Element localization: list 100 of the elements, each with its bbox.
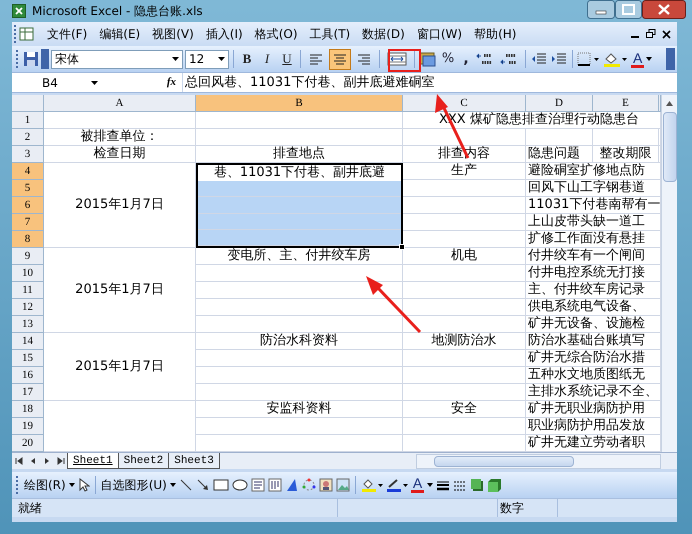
row-header[interactable]: 13 xyxy=(12,316,44,333)
column-header[interactable]: C xyxy=(403,95,526,112)
wordart-icon[interactable] xyxy=(284,478,299,492)
clip-art-icon[interactable] xyxy=(318,478,333,492)
scroll-thumb[interactable] xyxy=(434,456,574,466)
line-icon[interactable] xyxy=(178,478,193,492)
arrow-icon[interactable] xyxy=(196,478,210,492)
row-header[interactable]: 16 xyxy=(12,367,44,384)
rectangle-icon[interactable] xyxy=(212,478,229,492)
next-sheet-icon[interactable] xyxy=(43,457,51,465)
menu-item[interactable]: 窗口(W) xyxy=(410,25,468,43)
text-box-icon[interactable] xyxy=(250,478,265,492)
comma-button[interactable]: , xyxy=(459,49,473,69)
dropdown-arrow-icon[interactable] xyxy=(91,80,98,84)
close-icon[interactable] xyxy=(642,0,686,19)
diagram-icon[interactable] xyxy=(302,478,316,492)
scroll-up-icon[interactable] xyxy=(666,101,673,106)
dropdown-arrow-icon[interactable] xyxy=(172,57,179,61)
line-color-icon[interactable] xyxy=(386,478,408,492)
font-size-field[interactable]: 12 xyxy=(185,50,229,68)
sheet-tab[interactable]: Sheet2 xyxy=(118,453,170,469)
currency-icon[interactable] xyxy=(419,51,437,67)
excel-logo-icon[interactable] xyxy=(12,4,26,18)
borders-icon[interactable] xyxy=(577,51,601,67)
row-header[interactable]: 8 xyxy=(12,231,44,248)
first-sheet-icon[interactable] xyxy=(15,457,23,465)
toolbar-options-handle[interactable] xyxy=(41,49,49,69)
fill-color-icon[interactable] xyxy=(603,51,629,67)
dropdown-arrow-icon[interactable] xyxy=(427,483,434,487)
row-header[interactable]: 4 xyxy=(12,163,44,180)
row-header[interactable]: 3 xyxy=(12,146,44,163)
previous-sheet-icon[interactable] xyxy=(29,457,37,465)
row-header[interactable]: 11 xyxy=(12,282,44,299)
oval-icon[interactable] xyxy=(232,478,248,492)
percent-button[interactable]: % xyxy=(439,49,457,69)
pointer-icon[interactable] xyxy=(78,478,90,492)
three-d-icon[interactable] xyxy=(487,478,502,492)
column-header[interactable]: E xyxy=(593,95,659,112)
row-header[interactable]: 9 xyxy=(12,248,44,265)
picture-icon[interactable] xyxy=(336,478,350,492)
shadow-icon[interactable] xyxy=(470,478,484,492)
row-header[interactable]: 7 xyxy=(12,214,44,231)
row-header[interactable]: 5 xyxy=(12,180,44,197)
bold-button[interactable]: B xyxy=(238,49,256,69)
save-icon[interactable] xyxy=(23,51,39,67)
function-label[interactable]: fx xyxy=(102,74,182,91)
menu-item[interactable]: 格式(O) xyxy=(248,25,304,43)
dropdown-arrow-icon[interactable] xyxy=(68,483,75,487)
row-header[interactable]: 2 xyxy=(12,129,44,146)
close-icon[interactable] xyxy=(662,30,671,38)
font-color-button[interactable]: A xyxy=(631,50,644,68)
row-header[interactable]: 19 xyxy=(12,418,44,435)
row-header[interactable]: 17 xyxy=(12,384,44,401)
merge-center-icon[interactable] xyxy=(387,51,407,67)
row-header[interactable]: 1 xyxy=(12,112,44,129)
row-header[interactable]: 14 xyxy=(12,333,44,350)
dropdown-arrow-icon[interactable] xyxy=(646,57,652,61)
horizontal-scrollbar[interactable] xyxy=(416,454,661,468)
font-color-button[interactable]: A xyxy=(410,477,424,493)
toolbar-grip[interactable] xyxy=(14,25,17,43)
row-header[interactable]: 20 xyxy=(12,435,44,452)
row-header[interactable]: 6 xyxy=(12,197,44,214)
menu-item[interactable]: 帮助(H) xyxy=(468,25,522,43)
last-sheet-icon[interactable] xyxy=(57,457,65,465)
workbook-icon[interactable] xyxy=(19,26,35,42)
autoshapes-menu[interactable]: 自选图形(U) xyxy=(100,476,167,494)
toolbar-grip[interactable] xyxy=(16,50,19,68)
menu-item[interactable]: 插入(I) xyxy=(200,25,249,43)
menu-item[interactable]: 视图(V) xyxy=(146,25,200,43)
row-header[interactable]: 12 xyxy=(12,299,44,316)
dropdown-arrow-icon[interactable] xyxy=(170,483,176,487)
fill-color-icon[interactable] xyxy=(360,478,383,492)
row-header[interactable]: 18 xyxy=(12,401,44,418)
italic-button[interactable]: I xyxy=(258,49,276,69)
underline-button[interactable]: U xyxy=(278,49,296,69)
sheet-tab[interactable]: Sheet1 xyxy=(67,453,119,469)
row-header[interactable]: 10 xyxy=(12,265,44,282)
sheet-tab[interactable]: Sheet3 xyxy=(168,453,220,469)
menu-item[interactable]: 数据(D) xyxy=(356,25,411,43)
column-header[interactable]: B xyxy=(196,95,403,112)
maximize-icon[interactable] xyxy=(615,0,642,19)
scroll-thumb[interactable] xyxy=(662,112,676,182)
toolbar-grip[interactable] xyxy=(16,476,19,494)
align-center-button[interactable] xyxy=(329,48,351,70)
vertical-scrollbar[interactable] xyxy=(661,95,677,452)
restore-icon[interactable] xyxy=(646,29,656,39)
vertical-text-box-icon[interactable] xyxy=(268,478,282,492)
menu-item[interactable]: 工具(T) xyxy=(304,25,356,43)
table-cell: 避险硐室扩修地点防 xyxy=(526,163,661,180)
row-header[interactable]: 15 xyxy=(12,350,44,367)
column-header[interactable]: A xyxy=(44,95,196,112)
font-field[interactable]: 宋体 xyxy=(51,50,183,68)
column-header[interactable]: D xyxy=(526,95,593,112)
menu-item[interactable]: 文件(F) xyxy=(41,25,94,43)
fill-handle[interactable] xyxy=(399,244,405,250)
toolbar-options-handle[interactable] xyxy=(666,48,675,70)
draw-menu[interactable]: 绘图(R) xyxy=(24,476,66,494)
menu-item[interactable]: 编辑(E) xyxy=(93,25,146,43)
dropdown-arrow-icon[interactable] xyxy=(218,57,225,61)
formula-input[interactable]: 总回风巷、11031下付巷、副井底避难硐室 xyxy=(182,72,677,92)
